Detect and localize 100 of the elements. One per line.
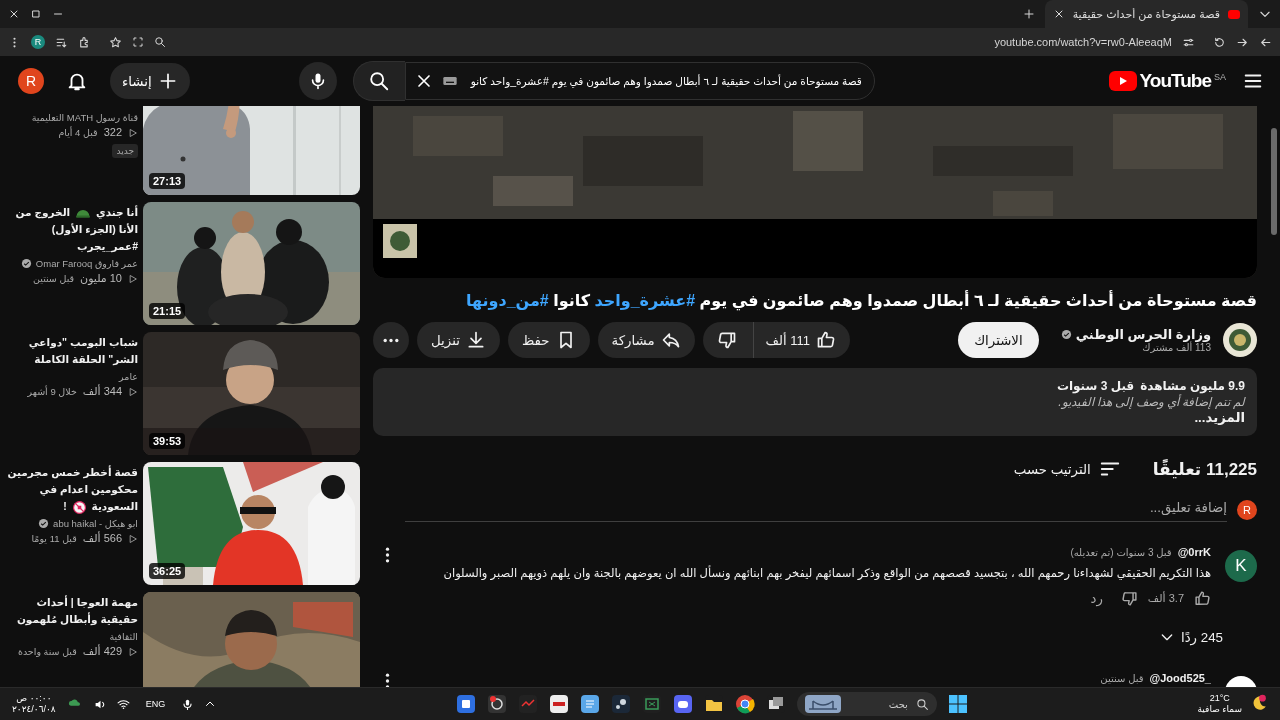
channel-name[interactable]: ابو هيكل - abu haikal bbox=[53, 516, 138, 531]
search-button[interactable] bbox=[352, 61, 405, 101]
more-icon[interactable] bbox=[385, 546, 390, 564]
youtube-wordmark[interactable]: YouTube bbox=[1139, 70, 1211, 92]
sort-button[interactable]: الترتيب حسب bbox=[1013, 458, 1121, 480]
chat-icon[interactable] bbox=[672, 694, 693, 714]
screenshot-icon[interactable] bbox=[132, 36, 144, 48]
weather-condition[interactable]: سماء صافية bbox=[1197, 704, 1242, 715]
description-text: لم تتم إضافة أي وصف إلى هذا الفيديو. bbox=[1057, 394, 1245, 410]
view-count: 566 ألف bbox=[82, 531, 122, 546]
more-button[interactable] bbox=[373, 322, 409, 358]
comment-author[interactable]: @0rrK bbox=[1177, 546, 1211, 558]
video-title[interactable]: قصة أخطر خمس مجرمين محكومين اعدام في السعودية ! bbox=[6, 464, 138, 515]
replies-toggle[interactable]: 245 ردًا bbox=[1158, 629, 1223, 645]
video-title[interactable]: أنا جندي الخروج من الأنا (الجزء الأول) #عمر_يجرب bbox=[6, 204, 138, 255]
adults-only-icon bbox=[72, 500, 86, 514]
search-field[interactable]: قصة مستوحاة من أحداث حقيقية لـ ٦ أبطال صمدوا وهم صائمون في يوم #عشرة_واحد كانو bbox=[404, 62, 875, 100]
duration-badge: 27:13 bbox=[149, 173, 186, 189]
clock-time[interactable]: ٠٠:٠٠ ص bbox=[16, 693, 52, 704]
app-icon[interactable] bbox=[610, 694, 631, 714]
like-count: 3.7 ألف bbox=[1147, 592, 1184, 605]
app-icon[interactable] bbox=[486, 694, 507, 714]
comment-text: هذا التكريم الحقيقي لشهداءنا رحمهم الله ، بتجسيد قصصهم من الواقع وذكر اسمائهم ليفخر بهم ابنائهم ونسأل الله ان يعوضهم بالجنة وان يلهم ذويهم الصبر والسلوان bbox=[442, 564, 1211, 582]
extensions-icon[interactable] bbox=[78, 35, 91, 49]
thumbs-up-icon bbox=[816, 330, 836, 350]
search-field[interactable]: بحث bbox=[796, 692, 937, 716]
search-icon bbox=[915, 697, 929, 711]
download-button[interactable]: تنزيل bbox=[417, 322, 500, 358]
address-bar[interactable]: youtube.com/watch?v=rw0-AleeaqM bbox=[101, 31, 1203, 53]
view-count: 344 ألف bbox=[82, 384, 122, 399]
maximize-icon[interactable] bbox=[30, 8, 42, 20]
user-avatar[interactable]: R bbox=[1237, 500, 1257, 520]
play-icon bbox=[128, 127, 138, 138]
channel-name[interactable]: قناة رسول MATH التعليمية bbox=[31, 110, 138, 125]
share-button[interactable]: مشاركة bbox=[597, 322, 695, 358]
thumbs-up-icon[interactable] bbox=[1194, 590, 1211, 607]
more-icon bbox=[382, 337, 400, 343]
view-count: 429 ألف bbox=[82, 644, 122, 659]
duration-badge: 21:15 bbox=[149, 303, 186, 319]
subscriber-count: 113 ألف مشترك bbox=[1142, 342, 1211, 353]
channel-name[interactable]: الثقافية bbox=[109, 629, 138, 644]
channel-avatar[interactable] bbox=[1223, 323, 1257, 357]
description-panel[interactable]: 9.9 مليون مشاهدة قبل 3 سنوات لم تتم إضافة أي وصف إلى هذا الفيديو. المزيد... bbox=[373, 368, 1257, 436]
scrollbar-thumb[interactable] bbox=[1271, 128, 1277, 235]
clock-date[interactable]: ٢٠٢٤/٠٦/٠٨ bbox=[12, 704, 56, 715]
star-icon[interactable] bbox=[109, 35, 122, 49]
url-text: youtube.com/watch?v=rw0-AleeaqM bbox=[994, 36, 1172, 48]
comment-author[interactable]: @Jood525_ bbox=[1149, 672, 1211, 684]
video-title[interactable]: مهمة العوجا | أحداث حقيقية وأبطال مُلهمون bbox=[6, 594, 138, 628]
app-icon[interactable] bbox=[548, 694, 569, 714]
browser-icon[interactable] bbox=[734, 694, 755, 714]
play-icon bbox=[128, 386, 138, 397]
comment-field[interactable]: إضافة تعليق... bbox=[405, 498, 1227, 522]
upload-age: قبل سنة واحدة bbox=[17, 645, 77, 659]
profile-avatar[interactable]: R bbox=[31, 35, 45, 49]
save-button[interactable]: حفظ bbox=[507, 322, 590, 358]
temperature[interactable]: 21°C bbox=[1209, 693, 1230, 704]
comment-time[interactable]: قبل سنتين bbox=[1100, 673, 1144, 684]
more-icon[interactable] bbox=[385, 672, 390, 687]
reply-button[interactable]: رد bbox=[1082, 591, 1111, 606]
youtube-play-icon[interactable] bbox=[1108, 71, 1137, 91]
start-icon[interactable] bbox=[947, 694, 968, 714]
hashtag-link[interactable]: #من_دونها bbox=[465, 292, 549, 309]
close-icon[interactable] bbox=[8, 8, 20, 20]
app-icon[interactable] bbox=[455, 694, 476, 714]
comment-time[interactable]: قبل 3 سنوات (تم تعديله) bbox=[1070, 547, 1172, 558]
region-code: SA bbox=[1214, 72, 1226, 82]
voice-search-button[interactable] bbox=[298, 62, 337, 100]
zoom-icon[interactable] bbox=[154, 36, 166, 48]
video-title: قصة مستوحاة من أحداث حقيقية لـ ٦ أبطال صمدوا وهم صائمون في يوم #عشرة_واحد كانوا #من_دونها bbox=[464, 290, 1257, 312]
channel-name[interactable]: عمر فاروق Omar Farooq bbox=[35, 256, 138, 271]
upload-age: قبل سنتين bbox=[33, 272, 75, 286]
like-button[interactable]: 111 ألف bbox=[753, 322, 850, 358]
dislike-button[interactable] bbox=[702, 322, 754, 358]
language-indicator[interactable]: ENG bbox=[145, 699, 166, 709]
duration-badge: 36:25 bbox=[149, 563, 186, 579]
helmet-icon bbox=[76, 208, 91, 218]
channel-name[interactable]: عامر bbox=[119, 369, 138, 384]
reload-icon[interactable] bbox=[1213, 35, 1226, 49]
play-icon bbox=[128, 273, 138, 284]
new-tab-icon[interactable] bbox=[1022, 8, 1035, 20]
mic-icon[interactable] bbox=[181, 697, 195, 711]
upload-age: قبل 4 أيام bbox=[58, 125, 98, 140]
view-count: 322 bbox=[103, 125, 122, 140]
commenter-avatar[interactable]: K bbox=[1225, 550, 1257, 582]
thumbs-down-icon[interactable] bbox=[1120, 590, 1138, 607]
new-badge: جديد bbox=[112, 144, 138, 158]
upload-age: قبل 11 يومًا bbox=[31, 532, 77, 546]
video-title[interactable]: شباب البومب "دواعي الشر" الحلقة الكاملة bbox=[6, 334, 138, 368]
notepad-icon[interactable] bbox=[579, 694, 600, 714]
show-more-link[interactable]: المزيد... bbox=[1194, 410, 1245, 425]
wifi-icon[interactable] bbox=[116, 697, 130, 711]
channel-name[interactable]: وزارة الحرس الوطني bbox=[1075, 327, 1211, 342]
subscribe-button[interactable]: الاشتراك bbox=[958, 322, 1039, 358]
create-button[interactable]: إنشاء bbox=[110, 63, 190, 99]
comment-count: 11,225 تعليقًا bbox=[1152, 458, 1257, 480]
hashtag-link[interactable]: #عشرة_واحد bbox=[594, 292, 696, 309]
user-avatar[interactable]: R bbox=[18, 68, 44, 94]
search-icon bbox=[368, 70, 391, 92]
upload-age: قبل 3 سنوات bbox=[1056, 378, 1135, 394]
